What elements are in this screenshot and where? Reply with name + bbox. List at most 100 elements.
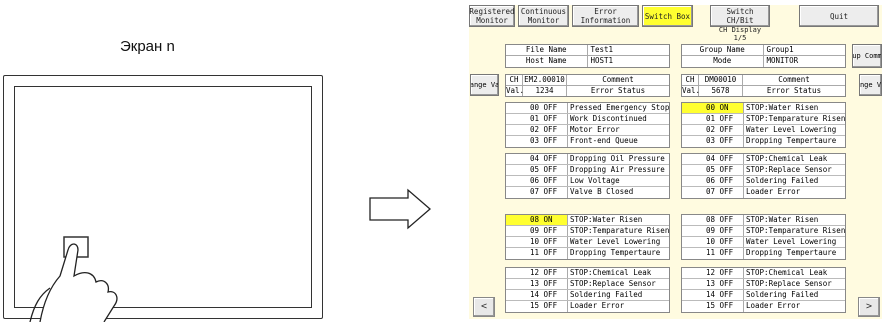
bit-row[interactable]: 14 OFF Soldering Failed [506,290,669,301]
ch-display-caption: CH Display 1/5 [710,26,770,42]
bit-state: 06 OFF [506,176,568,186]
left-ch-value: EM2.00010 [523,75,567,85]
bit-row[interactable]: 12 OFF STOP:Chemical Leak [682,268,845,279]
right-bit-group: 08 OFF STOP:Water Risen 09 OFF STOP:Tempar… [681,214,846,260]
bit-comment: Work Discontinued [570,114,647,123]
right-status-label: Error Status [766,85,822,95]
bit-row[interactable]: 05 OFF STOP:Replace Sensor [682,165,845,176]
bit-state: 03 OFF [682,136,744,147]
bit-row[interactable]: 02 OFF Water Level Lowering [682,125,845,136]
bit-row[interactable]: 01 OFF Work Discontinued [506,114,669,125]
mode-value: MONITOR [766,56,799,65]
tab-continuous-monitor[interactable]: Continuous Monitor [518,5,569,27]
bit-state: 08 ON [506,215,568,225]
right-val-value: 5678 [699,85,743,96]
bit-row[interactable]: 03 OFF Dropping Tempertaure [682,136,845,147]
bit-row[interactable]: 00 OFF Pressed Emergency Stop [506,103,669,114]
bit-row[interactable]: 11 OFF Dropping Tempertaure [682,248,845,259]
bit-row[interactable]: 13 OFF STOP:Replace Sensor [506,279,669,290]
tab-registered-monitor[interactable]: Registered Monitor [469,5,515,27]
bit-state: 05 OFF [506,165,568,175]
file-name-label: File Name [506,45,588,55]
bit-state: 10 OFF [682,237,744,247]
bit-row[interactable]: 02 OFF Motor Error [506,125,669,136]
bit-comment: Dropping Oil Pressure [570,154,665,163]
left-bit-group: 00 OFF Pressed Emergency Stop 01 OFF Work … [505,102,670,148]
quit-button[interactable]: Quit [799,5,879,27]
bit-row[interactable]: 09 OFF STOP:Temparature Risen [506,226,669,237]
right-bit-group: 12 OFF STOP:Chemical Leak 13 OFF STOP:Repl… [681,267,846,313]
bit-state: 09 OFF [506,226,568,236]
right-ch-label: CH [682,75,699,85]
tab-switch-box[interactable]: Switch Box [642,5,693,27]
bit-state: 00 ON [682,103,744,113]
bit-row[interactable]: 13 OFF STOP:Replace Sensor [682,279,845,290]
bit-state: 08 OFF [682,215,744,225]
bit-comment: STOP:Chemical Leak [746,268,828,277]
next-page-button[interactable]: > [858,297,880,317]
bit-state: 15 OFF [682,301,744,312]
mode-label: Mode [682,56,764,67]
bit-comment: STOP:Temparature Risen [570,226,669,235]
bit-state: 13 OFF [506,279,568,289]
page-indicator: 1/5 [733,33,747,42]
bit-comment: STOP:Replace Sensor [746,165,832,174]
bit-comment: Low Voltage [570,176,620,185]
group-name-label: Group Name [682,45,764,55]
bit-row[interactable]: 15 OFF Loader Error [682,301,845,312]
bit-row[interactable]: 14 OFF Soldering Failed [682,290,845,301]
bit-row[interactable]: 04 OFF Dropping Oil Pressure [506,154,669,165]
bit-row[interactable]: 07 OFF Loader Error [682,187,845,198]
bit-row[interactable]: 10 OFF Water Level Lowering [506,237,669,248]
bit-comment: Loader Error [570,301,625,310]
bit-state: 03 OFF [506,136,568,147]
bit-row[interactable]: 04 OFF STOP:Chemical Leak [682,154,845,165]
bit-row[interactable]: 11 OFF Dropping Tempertaure [506,248,669,259]
hmi-screen: Registered Monitor Continuous Monitor Er… [469,5,882,319]
bit-state: 13 OFF [682,279,744,289]
group-info-table: Group Name Group1 Mode MONITOR [681,44,846,68]
change-val-button-right[interactable]: Change Val. [859,74,882,96]
bit-row[interactable]: 01 OFF STOP:Temparature Risen [682,114,845,125]
left-ch-header: CH EM2.00010 Comment Val. 1234 Error Status [505,74,670,97]
bit-state: 07 OFF [506,187,568,198]
change-val-button-left[interactable]: Change Val. [470,74,499,96]
bit-row[interactable]: 06 OFF Low Voltage [506,176,669,187]
bit-comment: Soldering Failed [746,176,819,185]
bit-row[interactable]: 08 ON STOP:Water Risen [506,215,669,226]
tab-error-information[interactable]: Error Information [572,5,639,27]
bit-row[interactable]: 08 OFF STOP:Water Risen [682,215,845,226]
bit-state: 00 OFF [506,103,568,113]
bit-row[interactable]: 12 OFF STOP:Chemical Leak [506,268,669,279]
bit-state: 12 OFF [682,268,744,278]
right-arrow-icon [369,188,431,230]
right-bit-group: 04 OFF STOP:Chemical Leak 05 OFF STOP:Repl… [681,153,846,199]
bit-row[interactable]: 00 ON STOP:Water Risen [682,103,845,114]
bit-comment: STOP:Water Risen [570,215,643,224]
bit-row[interactable]: 10 OFF Water Level Lowering [682,237,845,248]
bit-row[interactable]: 09 OFF STOP:Temparature Risen [682,226,845,237]
bit-row[interactable]: 07 OFF Valve B Closed [506,187,669,198]
bit-comment: STOP:Replace Sensor [570,279,656,288]
left-status-label: Error Status [590,85,646,95]
prev-page-button[interactable]: < [473,297,495,317]
finger-hand-icon [29,236,118,322]
group-comment-button[interactable]: Group Comment [852,44,882,68]
bit-comment: STOP:Chemical Leak [570,268,652,277]
bit-row[interactable]: 03 OFF Front-end Queue [506,136,669,147]
bit-comment: Motor Error [570,125,620,134]
right-comment-label: Comment [778,75,810,84]
bit-comment: Dropping Tempertaure [570,248,661,257]
bit-row[interactable]: 05 OFF Dropping Air Pressure [506,165,669,176]
bit-state: 01 OFF [682,114,744,124]
host-name-label: Host Name [506,56,588,67]
right-bit-group: 00 ON STOP:Water Risen 01 OFF STOP:Tempara… [681,102,846,148]
bit-state: 04 OFF [682,154,744,164]
bit-comment: Loader Error [746,187,801,196]
tab-switch-ch-bit[interactable]: Switch CH/Bit [710,5,770,27]
file-name-value: Test1 [590,45,614,54]
bit-row[interactable]: 15 OFF Loader Error [506,301,669,312]
left-ch-label: CH [506,75,523,85]
bit-row[interactable]: 06 OFF Soldering Failed [682,176,845,187]
bit-comment: Dropping Tempertaure [746,248,837,257]
